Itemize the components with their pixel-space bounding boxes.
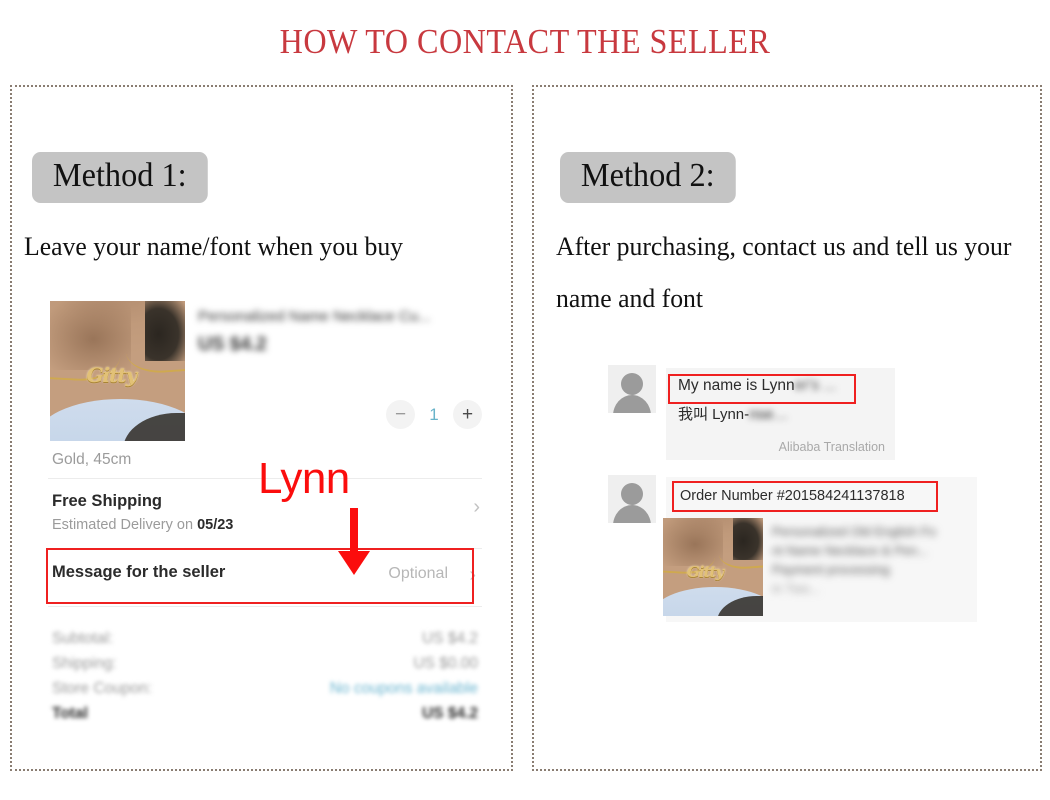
chat-product-line-3: Payment processing [772,561,890,577]
shipping-subtitle: Estimated Delivery on 05/23 [52,517,233,533]
order-totals: Subtotal: US $4.2 Shipping: US $0.00 Sto… [52,626,478,726]
totals-label: Subtotal: [52,630,114,647]
chat-message-chinese-blurred-tail: nse… [749,406,789,423]
shipping-subtitle-prefix: Estimated Delivery on [52,517,198,533]
totals-row: Subtotal: US $4.2 [52,626,478,651]
totals-label: Total [52,705,88,722]
chat-product-line-1: Personalized Old English Fo [772,524,937,539]
chat-product-description: Personalized Old English Fo nt Name Neck… [772,523,952,598]
totals-value: US $4.2 [421,630,478,647]
method-2-description: After purchasing, contact us and tell us… [556,231,1012,313]
translation-note: Alibaba Translation [778,440,885,454]
chat-message-chinese-text: 我叫 Lynn- [678,406,750,423]
arrow-down-head-icon [338,551,370,575]
totals-value-coupon[interactable]: No coupons available [330,676,478,701]
chat-product-photo: Gitty [663,518,763,616]
method-2-badge: Method 2: [560,152,736,203]
totals-label: Store Coupon: [52,680,152,697]
product-photo: Gitty [50,301,185,441]
message-for-seller-highlight [46,548,474,604]
necklace-name-plate: Gitty [687,563,724,582]
divider [48,606,482,607]
totals-value: US $4.2 [421,705,478,722]
method-1-description: Leave your name/font when you buy [24,231,404,261]
shipping-title: Free Shipping [52,492,163,510]
quantity-increment-button[interactable]: + [453,400,482,429]
lynn-annotation-label: Lynn [258,454,350,503]
quantity-value: 1 [429,404,439,424]
chat-product-line-2: nt Name Necklace & Pen... [772,542,929,558]
page-title: HOW TO CONTACT THE SELLER [279,22,771,61]
totals-row: Shipping: US $0.00 [52,651,478,676]
product-variant: Gold, 45cm [52,451,132,468]
avatar [608,365,656,413]
shipping-date: 05/23 [197,517,234,533]
chat-product-line-4: in Two... [772,580,821,596]
quantity-decrement-button[interactable]: − [386,400,415,429]
chat-message-chinese: 我叫 Lynn-nse… [678,403,883,424]
totals-value: US $0.00 [413,655,478,672]
totals-label: Shipping: [52,655,117,672]
name-message-highlight [668,374,856,404]
chevron-right-icon[interactable]: › [473,496,480,519]
method-1-badge: Method 1: [32,152,208,203]
product-price: US $4.2 [198,334,267,355]
totals-row-grand: Total US $4.2 [52,701,478,726]
necklace-name-plate: Gitty [86,362,137,387]
order-number-highlight [672,481,938,512]
avatar [608,475,656,523]
product-title: Personalized Name Necklace Cu... [198,308,431,325]
totals-row: Store Coupon: No coupons available [52,676,478,701]
order-card-screenshot: Gitty Personalized Name Necklace Cu... U… [40,296,490,736]
quantity-stepper[interactable]: − 1 + [386,400,482,429]
